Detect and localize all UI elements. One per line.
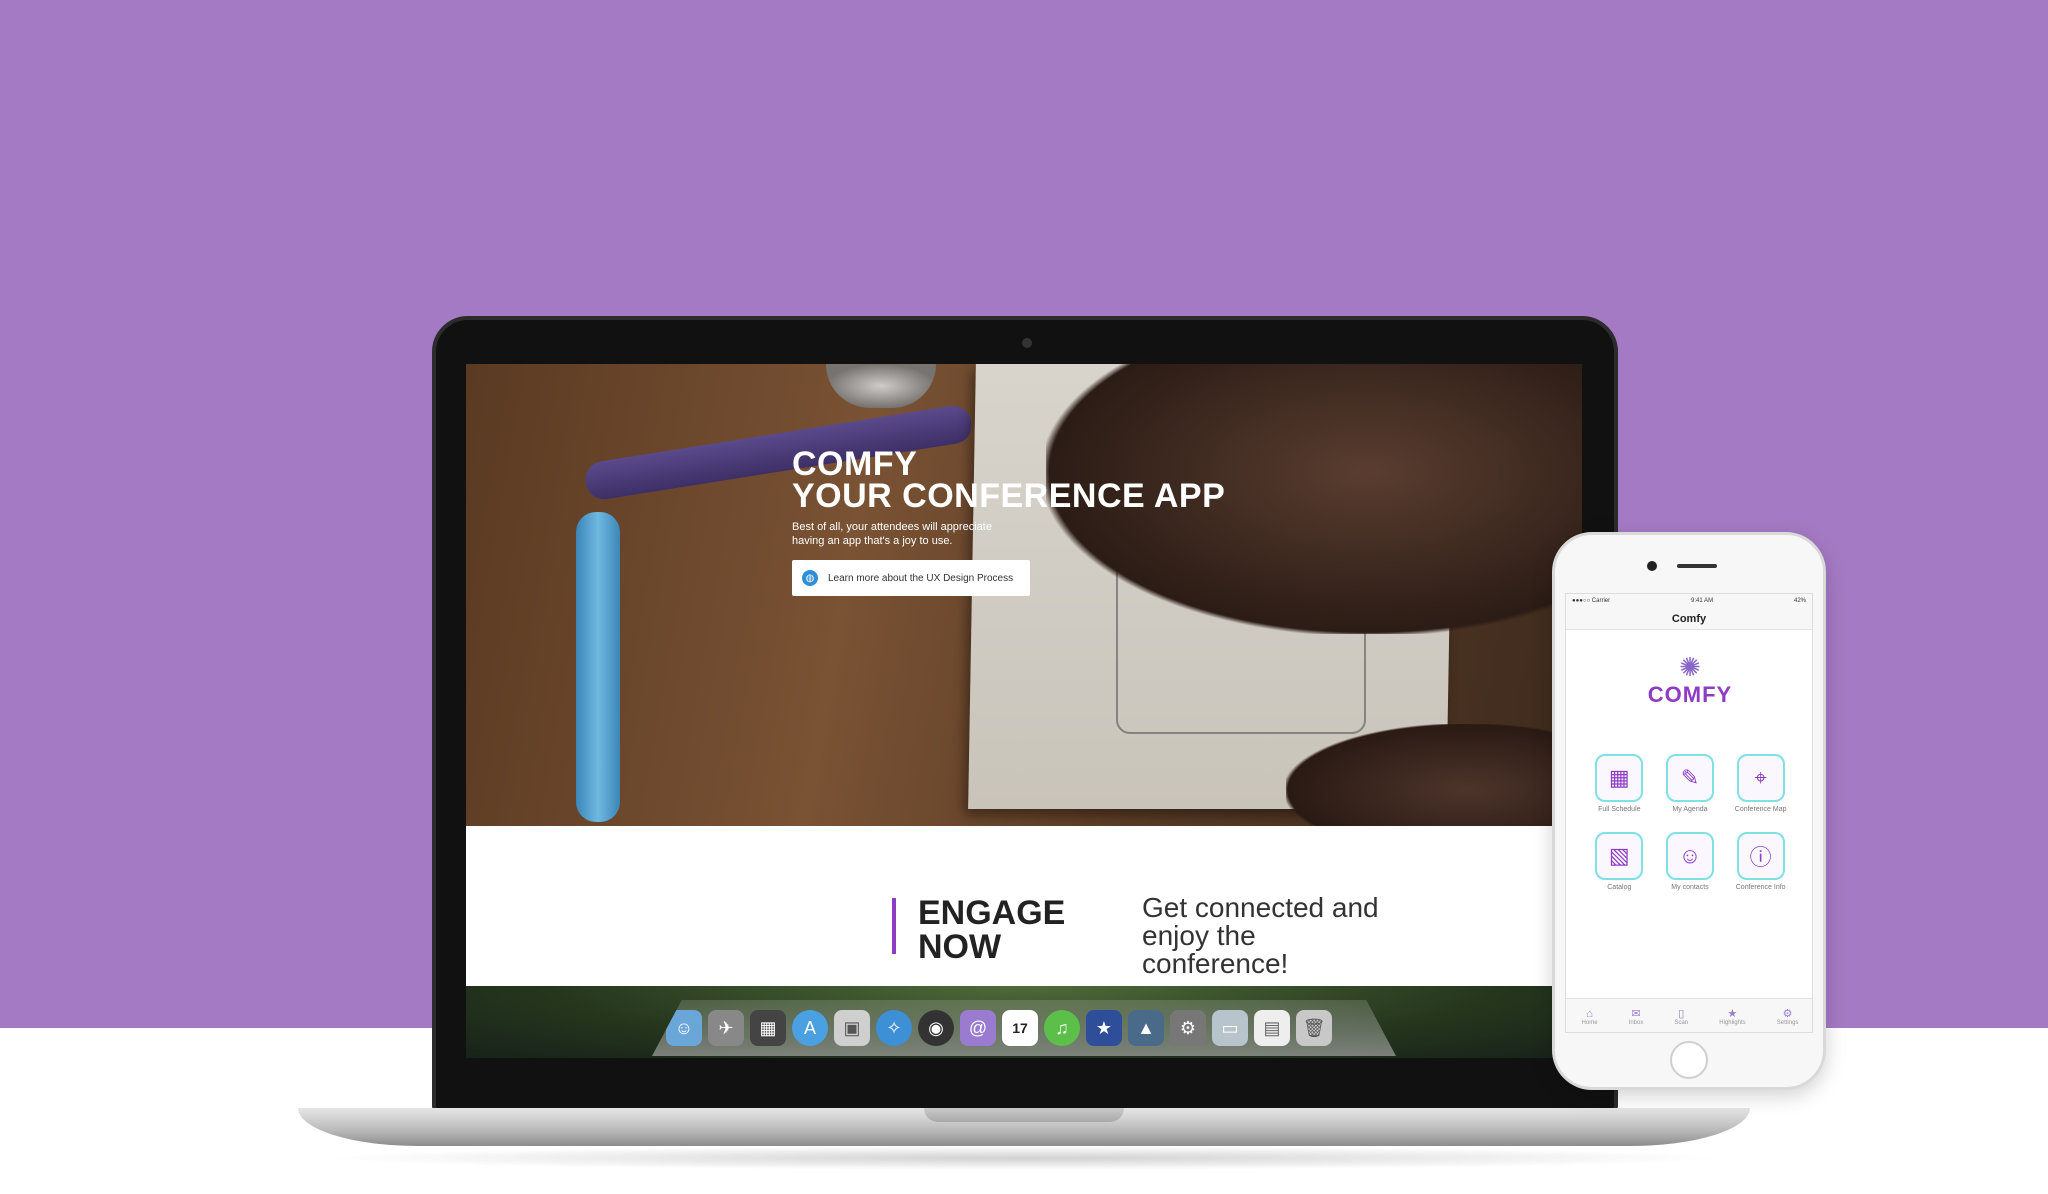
calendar-icon[interactable]: 17	[1002, 1010, 1038, 1046]
tile-full-schedule[interactable]: ▦ Full Schedule	[1584, 754, 1655, 814]
nav-title: Comfy	[1566, 608, 1812, 630]
itunes-icon[interactable]: ♫	[1044, 1010, 1080, 1046]
preview-icon[interactable]: ▣	[834, 1010, 870, 1046]
tile-my-agenda[interactable]: ✎ My Agenda	[1655, 754, 1726, 814]
tile-label: Conference Info	[1735, 884, 1786, 891]
tab-label: Home	[1581, 1019, 1598, 1026]
folder-icon[interactable]: ▭	[1212, 1010, 1248, 1046]
iphoto-icon[interactable]: ▲	[1128, 1010, 1164, 1046]
tab-label: Settings	[1776, 1020, 1799, 1026]
laptop-notch	[924, 1108, 1124, 1122]
phone-home-button[interactable]	[1670, 1041, 1708, 1079]
tile-label: Conference Map	[1734, 806, 1787, 813]
engage-section: ENGAGE NOW Get connected and enjoy the c…	[466, 826, 1582, 986]
phone-camera	[1647, 561, 1657, 571]
app-logo: ✺ COMFY	[1566, 652, 1812, 708]
tab-inbox[interactable]: ✉ Inbox	[1629, 1007, 1644, 1026]
tab-settings[interactable]: ⚙ Settings	[1777, 1007, 1799, 1026]
desktop-wallpaper: ☺ ✈ ▦ A ▣ ✧ ◉ @ 17 ♫ ★ ▲ ⚙ ▭ ▤ 🗑	[466, 986, 1582, 1058]
star-icon: ★	[1727, 1008, 1738, 1020]
app-store-icon[interactable]: A	[792, 1010, 828, 1046]
tile-my-contacts[interactable]: ☺ My contacts	[1655, 832, 1726, 892]
engage-accent-bar	[892, 898, 896, 954]
tile-label: My Agenda	[1672, 806, 1708, 813]
tab-label: Highlights	[1719, 1020, 1746, 1026]
mockup-stage: COMFY YOUR CONFERENCE APP Best of all, y…	[0, 0, 2048, 1194]
engage-title-line1: ENGAGE	[918, 894, 1066, 932]
learn-more-label: Learn more about the UX Design Process	[828, 572, 1014, 584]
hero-title-line1: COMFY	[792, 445, 918, 483]
document-icon[interactable]: ▤	[1254, 1010, 1290, 1046]
battery-label: 42%	[1793, 598, 1806, 604]
status-time: 9:41 AM	[1691, 598, 1714, 604]
trash-icon[interactable]: 🗑	[1296, 1010, 1332, 1046]
engage-text: Get connected and enjoy the conference!	[1142, 892, 1379, 979]
phone-device: ●●●○○ Carrier 9:41 AM 42% Comfy ✺ COMFY …	[1552, 532, 1826, 1090]
chat-icon: ☺	[1665, 832, 1714, 880]
hero-subtitle: Best of all, your attendees will appreci…	[792, 521, 992, 547]
photo-icon[interactable]: ▦	[750, 1010, 786, 1046]
dock: ☺ ✈ ▦ A ▣ ✧ ◉ @ 17 ♫ ★ ▲ ⚙ ▭ ▤ 🗑	[652, 1000, 1396, 1056]
blue-pen-image	[576, 512, 620, 822]
finder-icon[interactable]: ☺	[666, 1010, 702, 1046]
hero-section: COMFY YOUR CONFERENCE APP Best of all, y…	[466, 364, 1582, 834]
imovie-icon[interactable]: ★	[1086, 1010, 1122, 1046]
tab-home[interactable]: ⌂ Home	[1582, 1008, 1598, 1026]
glass-image	[826, 364, 936, 408]
system-prefs-icon[interactable]: ⚙	[1170, 1010, 1206, 1046]
tile-label: Catalog	[1607, 884, 1632, 891]
home-icon: ⌂	[1586, 1007, 1593, 1020]
laptop-screen: COMFY YOUR CONFERENCE APP Best of all, y…	[466, 364, 1582, 1058]
catalog-icon: ▧	[1595, 832, 1644, 880]
swirl-logo-icon: ✺	[1679, 652, 1701, 682]
calendar-icon: ▦	[1595, 754, 1644, 802]
tile-label: Full Schedule	[1598, 806, 1641, 813]
safari-icon[interactable]: ✧	[876, 1010, 912, 1046]
globe-icon: ◍	[802, 570, 818, 586]
tab-scan[interactable]: ▯ Scan	[1674, 1007, 1688, 1026]
map-pin-icon: ⌖	[1736, 754, 1785, 802]
laptop-camera	[1022, 338, 1032, 348]
phone-speaker	[1677, 564, 1717, 568]
launchpad-icon[interactable]: ✈	[708, 1010, 744, 1046]
hero-title-line2: YOUR CONFERENCE APP	[792, 477, 1226, 515]
tile-conference-info[interactable]: ⓘ Conference Info	[1725, 832, 1796, 892]
tile-grid: ▦ Full Schedule ✎ My Agenda ⌖ Conference…	[1584, 754, 1796, 892]
checklist-icon: ✎	[1665, 754, 1714, 802]
tab-bar: ⌂ Home ✉ Inbox ▯ Scan ★ Highlights ⚙ Settings	[1566, 998, 1812, 1032]
info-icon: ⓘ	[1736, 832, 1785, 880]
phone-screen: ●●●○○ Carrier 9:41 AM 42% Comfy ✺ COMFY …	[1565, 593, 1813, 1033]
inbox-icon: ✉	[1631, 1008, 1641, 1020]
dashboard-icon[interactable]: ◉	[918, 1010, 954, 1046]
laptop-shadow	[320, 1146, 1730, 1170]
tile-conference-map[interactable]: ⌖ Conference Map	[1725, 754, 1796, 814]
engage-title-line2: NOW	[918, 928, 1002, 966]
tab-label: Scan	[1674, 1020, 1689, 1026]
gear-icon: ⚙	[1782, 1008, 1793, 1020]
hand-image-lower	[1286, 724, 1582, 834]
tile-label: My contacts	[1671, 884, 1709, 891]
logo-text: COMFY	[1647, 682, 1733, 707]
scan-icon: ▯	[1678, 1008, 1685, 1020]
tab-highlights[interactable]: ★ Highlights	[1719, 1007, 1745, 1026]
learn-more-button[interactable]: ◍ Learn more about the UX Design Process	[792, 560, 1030, 596]
status-bar: ●●●○○ Carrier 9:41 AM 42%	[1566, 594, 1812, 608]
engage-title: ENGAGE NOW	[918, 896, 1065, 964]
mail-icon[interactable]: @	[960, 1010, 996, 1046]
tile-catalog[interactable]: ▧ Catalog	[1584, 832, 1655, 892]
carrier-label: ●●●○○ Carrier	[1572, 598, 1611, 604]
hero-title: COMFY YOUR CONFERENCE APP	[792, 445, 1226, 515]
tab-label: Inbox	[1628, 1020, 1644, 1026]
